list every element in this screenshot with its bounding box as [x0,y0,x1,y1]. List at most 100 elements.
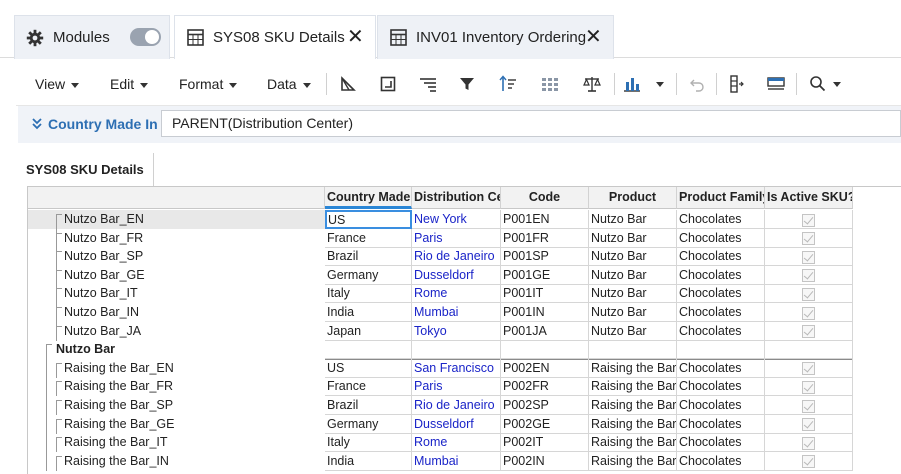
cell-product[interactable]: Raising the Bar [589,358,677,378]
cell-product[interactable]: Nutzo Bar [589,210,677,229]
cell-product-family[interactable] [677,340,765,360]
cell-product-family[interactable]: Chocolates [677,228,765,248]
cell-distribution-center[interactable]: Mumbai [412,451,501,471]
cell-code[interactable]: P002SP [501,396,589,415]
cell-product-family[interactable]: Chocolates [677,284,765,304]
cell-country[interactable]: India [325,303,412,322]
row-header[interactable]: Nutzo Bar_IT [28,284,325,304]
cell-is-active[interactable] [765,321,853,341]
cell-product[interactable]: Raising the Bar [589,414,677,434]
table-icon[interactable] [540,74,560,94]
cell-product[interactable]: Nutzo Bar [589,265,677,285]
filter-icon[interactable] [457,74,477,94]
cell-code[interactable]: P002IT [501,433,589,453]
cell-distribution-center[interactable]: Dusseldorf [412,265,501,285]
checkbox-checked-icon[interactable] [802,269,815,283]
cell-product[interactable]: Raising the Bar [589,377,677,397]
chevron-down-icon[interactable] [827,74,847,94]
row-header[interactable]: Nutzo Bar_FR [28,228,325,248]
cell-country[interactable]: US [325,210,412,229]
checkbox-checked-icon[interactable] [802,250,815,264]
cell-code[interactable]: P002EN [501,358,589,378]
checkbox-checked-icon[interactable] [802,418,815,432]
cell-code[interactable]: P001SP [501,247,589,267]
sheet-tab[interactable]: SYS08 SKU Details [18,153,154,186]
column-header-distribution-center[interactable]: Distribution Ce [412,187,501,209]
cell-code[interactable]: P002IN [501,451,589,471]
cell-product-family[interactable]: Chocolates [677,247,765,267]
cell-is-active[interactable] [765,265,853,285]
cell-country[interactable]: Brazil [325,396,412,415]
row-header[interactable]: Nutzo Bar_SP [28,247,325,267]
cell-country[interactable]: Japan [325,321,412,341]
cell-product[interactable]: Nutzo Bar [589,247,677,267]
cell-code[interactable]: P001EN [501,210,589,229]
cell-country[interactable]: Brazil [325,247,412,267]
cell-distribution-center[interactable]: Paris [412,228,501,248]
cell-distribution-center[interactable]: Rome [412,284,501,304]
cell-country[interactable]: Germany [325,265,412,285]
cell-product[interactable]: Raising the Bar [589,451,677,471]
column-header-country-made[interactable]: Country Made [325,187,412,209]
checkbox-checked-icon[interactable] [802,213,815,227]
tab-inv01-inventory-ordering[interactable]: INV01 Inventory Ordering ✕ [377,15,614,59]
cell-product-family[interactable]: Chocolates [677,265,765,285]
cell-code[interactable]: P001JA [501,321,589,341]
search-icon[interactable] [808,74,828,94]
cell-code[interactable]: P001FR [501,228,589,248]
cell-is-active[interactable] [765,247,853,267]
cell-country[interactable]: Italy [325,433,412,453]
cell-is-active[interactable] [765,414,853,434]
cell-code[interactable]: P001GE [501,265,589,285]
cell-product-family[interactable]: Chocolates [677,358,765,378]
cell-product-family[interactable]: Chocolates [677,396,765,415]
row-header[interactable]: Nutzo Bar_EN [28,210,325,229]
cell-code[interactable]: P001IT [501,284,589,304]
column-header-is-active-sku[interactable]: Is Active SKU? [765,187,853,209]
row-header[interactable]: Nutzo Bar_IN [28,303,325,322]
checkbox-checked-icon[interactable] [802,455,815,469]
cell-product[interactable]: Nutzo Bar [589,284,677,304]
column-header-code[interactable]: Code [501,187,589,209]
data-menu[interactable]: Data [267,76,311,92]
balance-icon[interactable] [582,74,602,94]
cell-distribution-center[interactable]: Rio de Janeiro [412,396,501,415]
checkbox-checked-icon[interactable] [802,436,815,450]
cell-is-active[interactable] [765,433,853,453]
view-menu[interactable]: View [35,76,80,92]
checkbox-checked-icon[interactable] [802,232,815,246]
cell-country[interactable]: India [325,451,412,471]
cell-product-family[interactable]: Chocolates [677,414,765,434]
cell-code[interactable] [501,340,589,360]
cell-is-active[interactable] [765,284,853,304]
indent-icon[interactable] [418,74,438,94]
row-header[interactable]: Raising the Bar_SP [28,396,325,415]
cell-product-family[interactable]: Chocolates [677,303,765,322]
undo-icon[interactable] [687,74,707,94]
sort-icon[interactable] [498,74,518,94]
filter-toggle[interactable]: Country Made In [32,116,158,132]
cell-distribution-center[interactable]: Rio de Janeiro [412,247,501,267]
row-header[interactable]: Raising the Bar_FR [28,377,325,397]
cell-is-active[interactable] [765,451,853,471]
row-header[interactable]: Raising the Bar_EN [28,358,325,378]
close-icon[interactable]: ✕ [347,27,364,47]
cell-product-family[interactable]: Chocolates [677,321,765,341]
cell-product-family[interactable]: Chocolates [677,210,765,229]
row-header[interactable]: Raising the Bar_IN [28,451,325,471]
cell-distribution-center[interactable]: Tokyo [412,321,501,341]
cell-is-active[interactable] [765,210,853,229]
cell-product[interactable]: Nutzo Bar [589,303,677,322]
checkbox-checked-icon[interactable] [802,287,815,301]
edit-menu[interactable]: Edit [110,76,149,92]
cell-country[interactable]: France [325,377,412,397]
checkbox-checked-icon[interactable] [802,325,815,339]
cell-product[interactable] [589,340,677,360]
close-icon[interactable]: ✕ [585,27,602,47]
cell-is-active[interactable] [765,377,853,397]
cell-is-active[interactable] [765,228,853,248]
checkbox-checked-icon[interactable] [802,380,815,394]
cell-distribution-center[interactable]: Dusseldorf [412,414,501,434]
cell-code[interactable]: P002GE [501,414,589,434]
cell-product[interactable]: Raising the Bar [589,433,677,453]
